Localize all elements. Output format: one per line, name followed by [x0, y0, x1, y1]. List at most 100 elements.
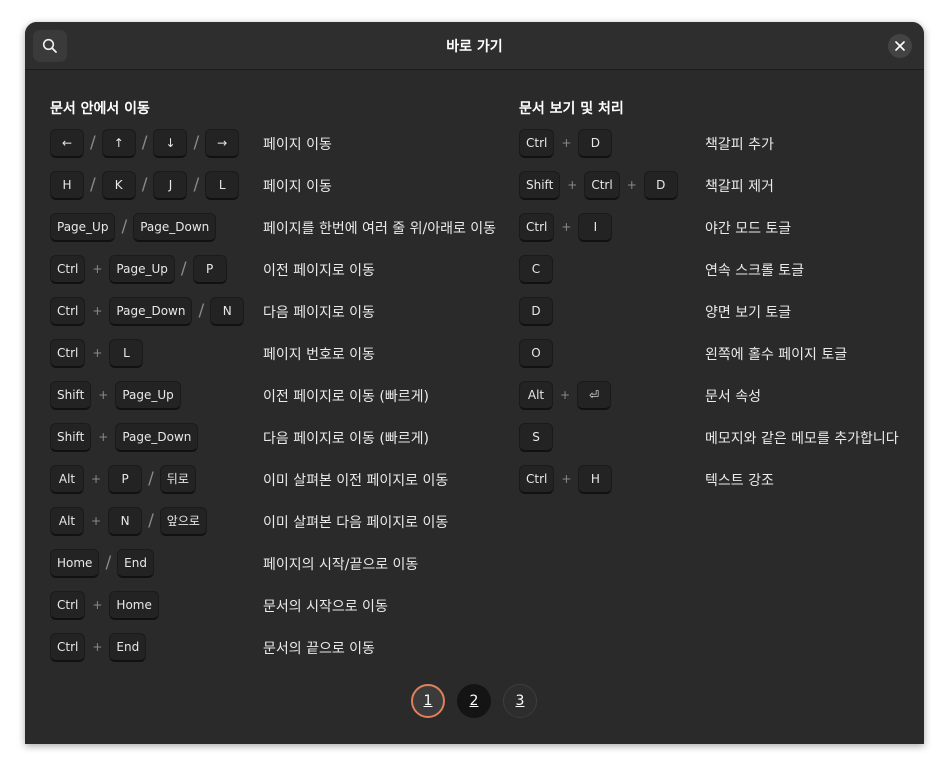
key-separator-or: /	[90, 175, 96, 195]
key-separator-or: /	[148, 469, 154, 489]
shortcut-description: 페이지 번호로 이동	[263, 347, 375, 363]
key-separator-or: /	[90, 133, 96, 153]
close-button[interactable]	[888, 34, 912, 58]
right-section-title: 문서 보기 및 처리	[519, 101, 624, 117]
shortcut-row: Home / End 페이지의 시작/끝으로 이동	[50, 548, 490, 578]
page-button-1[interactable]: 1	[411, 684, 445, 718]
page-button-2[interactable]: 2	[457, 684, 491, 718]
shortcut-row: Ctrl + I 야간 모드 토글	[519, 212, 924, 242]
keycap: ⏎	[577, 380, 612, 410]
key-separator-or: /	[141, 133, 148, 153]
keycap: Ctrl	[50, 254, 86, 284]
shortcut-row: C 연속 스크롤 토글	[519, 254, 924, 284]
shortcut-description: 다음 페이지로 이동	[263, 305, 375, 321]
shortcut-keys: C	[519, 254, 553, 284]
key-separator-plus: +	[92, 640, 103, 654]
shortcut-keys: D	[519, 296, 553, 326]
page-button-3[interactable]: 3	[503, 684, 537, 718]
shortcut-row: H / K / J / L 페이지 이동	[50, 170, 490, 200]
keycap: ←	[50, 128, 84, 158]
shortcut-row: Ctrl + L 페이지 번호로 이동	[50, 338, 490, 368]
shortcut-description: 문서의 시작으로 이동	[263, 599, 388, 615]
shortcut-description: 양면 보기 토글	[705, 305, 792, 321]
shortcut-keys: H / K / J / L	[50, 170, 240, 200]
keycap: Home	[50, 548, 100, 578]
keycap: Ctrl	[519, 212, 555, 242]
shortcut-description: 이미 살펴본 다음 페이지로 이동	[263, 515, 449, 531]
shortcut-description: 이전 페이지로 이동	[263, 263, 375, 279]
keycap: L	[109, 338, 144, 368]
shortcut-description: 책갈피 추가	[705, 137, 774, 153]
shortcut-description: 이전 페이지로 이동 (빠르게)	[263, 389, 429, 405]
shortcut-row: S 메모지와 같은 메모를 추가합니다	[519, 422, 924, 452]
shortcut-keys: Ctrl + L	[50, 338, 144, 368]
shortcut-keys: Shift + Page_Up	[50, 380, 181, 410]
keycap: K	[101, 170, 136, 200]
shortcut-description: 책갈피 제거	[705, 179, 774, 195]
shortcut-row: ← / ↑ / ↓ / → 페이지 이동	[50, 128, 490, 158]
shortcut-description: 페이지를 한번에 여러 줄 위/아래로 이동	[263, 221, 497, 237]
keycap: Ctrl	[519, 128, 555, 158]
shortcut-description: 메모지와 같은 메모를 추가합니다	[705, 431, 899, 447]
shortcut-description: 문서 속성	[705, 389, 761, 405]
shortcut-row: Ctrl + End 문서의 끝으로 이동	[50, 632, 490, 662]
keycap: N	[108, 506, 143, 536]
keycap: Page_Down	[115, 422, 199, 452]
shortcut-row: Ctrl + H 텍스트 강조	[519, 464, 924, 494]
key-separator-plus: +	[560, 388, 571, 402]
keycap: 앞으로	[159, 506, 207, 536]
key-separator-plus: +	[98, 388, 109, 402]
shortcut-row: Page_Up / Page_Down 페이지를 한번에 여러 줄 위/아래로 이동	[50, 212, 496, 242]
key-separator-or: /	[148, 511, 154, 531]
keycap: Alt	[50, 464, 84, 494]
keycap: 뒤로	[159, 464, 196, 494]
close-icon	[895, 41, 905, 51]
shortcut-keys: Alt + P / 뒤로	[50, 464, 196, 494]
header-bar: 바로 가기	[25, 22, 924, 70]
key-separator-plus: +	[561, 472, 572, 486]
shortcut-description: 페이지의 시작/끝으로 이동	[263, 557, 419, 573]
shortcut-row: Shift + Ctrl + D 책갈피 제거	[519, 170, 924, 200]
keycap: Shift	[50, 422, 92, 452]
keycap: N	[210, 296, 245, 326]
shortcut-row: O 왼쪽에 홀수 페이지 토글	[519, 338, 924, 368]
keycap: Page_Up	[50, 212, 116, 242]
keycap: D	[578, 128, 613, 158]
shortcut-keys: Ctrl + Home	[50, 590, 159, 620]
keycap: D	[519, 296, 553, 326]
shortcut-row: Ctrl + Page_Up / P 이전 페이지로 이동	[50, 254, 490, 284]
shortcut-description: 페이지 이동	[263, 137, 332, 153]
keycap: Ctrl	[50, 296, 86, 326]
shortcut-description: 연속 스크롤 토글	[705, 263, 805, 279]
key-separator-plus: +	[92, 346, 103, 360]
shortcut-keys: ← / ↑ / ↓ / →	[50, 128, 240, 158]
shortcut-keys: Alt + N / 앞으로	[50, 506, 207, 536]
keycap: C	[519, 254, 553, 284]
key-separator-or: /	[180, 259, 187, 279]
keycap: Ctrl	[50, 590, 86, 620]
shortcut-description: 왼쪽에 홀수 페이지 토글	[705, 347, 848, 363]
keycap: Alt	[519, 380, 553, 410]
keycap: I	[578, 212, 613, 242]
keycap: Shift	[519, 170, 561, 200]
shortcut-keys: Ctrl + Page_Up / P	[50, 254, 227, 284]
key-separator-or: /	[141, 175, 148, 195]
key-separator-plus: +	[91, 514, 102, 528]
shortcut-description: 텍스트 강조	[705, 473, 774, 489]
keycap: Ctrl	[584, 170, 620, 200]
keycap: Page_Up	[109, 254, 175, 284]
shortcut-description: 문서의 끝으로 이동	[263, 641, 375, 657]
shortcut-keys: Ctrl + H	[519, 464, 613, 494]
keycap: ↑	[101, 128, 136, 158]
keycap: End	[117, 548, 154, 578]
key-separator-plus: +	[98, 430, 109, 444]
keycap: ↓	[153, 128, 188, 158]
key-separator-plus: +	[92, 262, 103, 276]
keycap: Home	[109, 590, 159, 620]
keycap: D	[643, 170, 678, 200]
shortcut-row: D 양면 보기 토글	[519, 296, 924, 326]
shortcuts-window: 바로 가기 문서 안에서 이동 문서 보기 및 처리 ← / ↑ / ↓ / → 페이지 이동…	[25, 22, 924, 744]
keycap: H	[50, 170, 84, 200]
key-separator-plus: +	[626, 178, 637, 192]
shortcut-keys: Shift + Ctrl + D	[519, 170, 678, 200]
